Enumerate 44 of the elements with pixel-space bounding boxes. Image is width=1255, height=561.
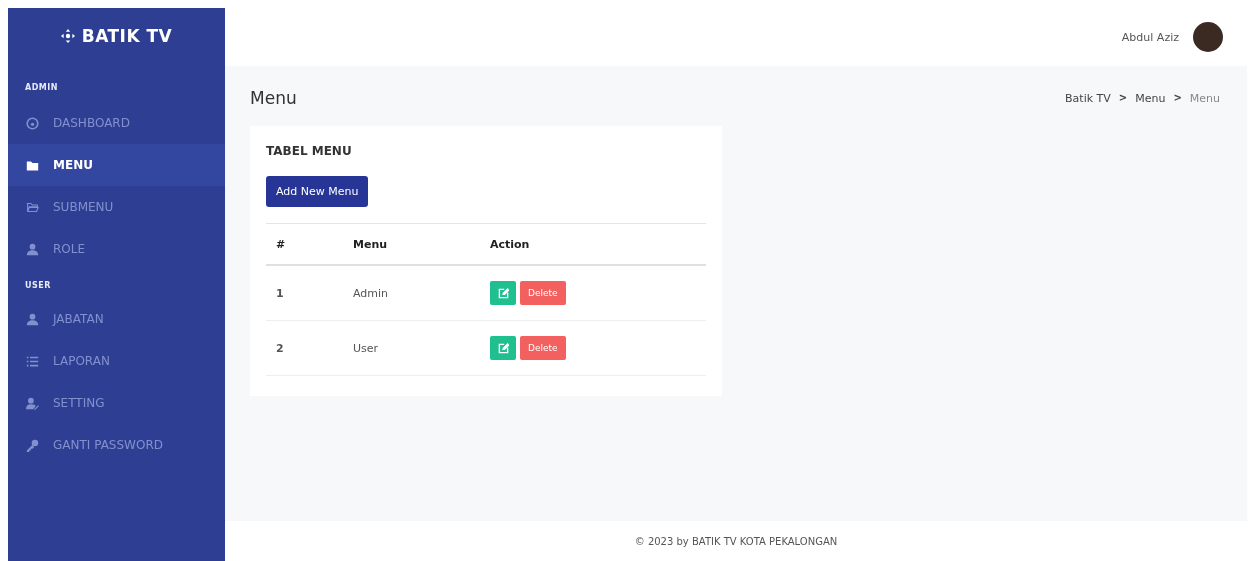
sidebar-item[interactable]: JABATAN <box>8 298 225 340</box>
card-title: TABEL MENU <box>266 144 353 158</box>
table-cell: User <box>352 320 489 376</box>
key-icon <box>26 438 39 452</box>
sidebar-item[interactable]: GANTI PASSWORD <box>8 424 225 466</box>
sidebar-item[interactable]: SUBMENU <box>8 186 225 228</box>
table-cell: 1 <box>266 265 352 321</box>
edit-button[interactable] <box>490 336 516 360</box>
sidebar-item[interactable]: MENU <box>8 144 225 186</box>
column-header: # <box>266 223 352 265</box>
breadcrumb-item: Menu <box>1189 91 1220 105</box>
edit-icon <box>497 342 509 354</box>
list-icon <box>26 354 39 368</box>
breadcrumb-separator: > <box>1118 91 1128 105</box>
sidebar-item[interactable]: LAPORAN <box>8 340 225 382</box>
add-menu-button[interactable]: Add New Menu <box>266 176 369 207</box>
breadcrumb-separator: > <box>1173 91 1182 105</box>
gauge-icon <box>26 116 39 130</box>
logo-icon <box>60 29 75 43</box>
table-cell: 2 <box>266 320 352 376</box>
brand-title: BATIK TV <box>81 26 173 46</box>
folder-icon <box>26 158 39 172</box>
sidebar-item[interactable]: DASHBOARD <box>8 102 225 144</box>
folder-icon <box>26 200 39 214</box>
breadcrumb-item[interactable]: Menu <box>1135 91 1166 105</box>
column-header: Menu <box>352 223 489 265</box>
section-heading: ADMIN <box>24 82 59 94</box>
footer-text: © 2023 by BATIK TV KOTA PEKALONGAN <box>225 521 1247 561</box>
page-title: Menu <box>250 88 297 108</box>
user-icon <box>26 312 39 326</box>
edit-icon <box>497 287 509 299</box>
user-icon <box>26 396 39 410</box>
breadcrumb-item[interactable]: Batik TV <box>1065 91 1111 105</box>
sidebar-item[interactable]: SETTING <box>8 382 225 424</box>
edit-button[interactable] <box>490 281 516 305</box>
user-icon <box>26 242 39 256</box>
user-name[interactable]: Abdul Aziz <box>1121 30 1179 44</box>
table-cell: Admin <box>352 265 489 321</box>
delete-button[interactable]: Delete <box>520 336 566 360</box>
avatar[interactable] <box>1193 22 1223 52</box>
delete-button[interactable]: Delete <box>520 281 566 305</box>
section-heading: USER <box>24 280 52 292</box>
column-header: Action <box>489 223 706 265</box>
sidebar-item[interactable]: ROLE <box>8 228 225 270</box>
